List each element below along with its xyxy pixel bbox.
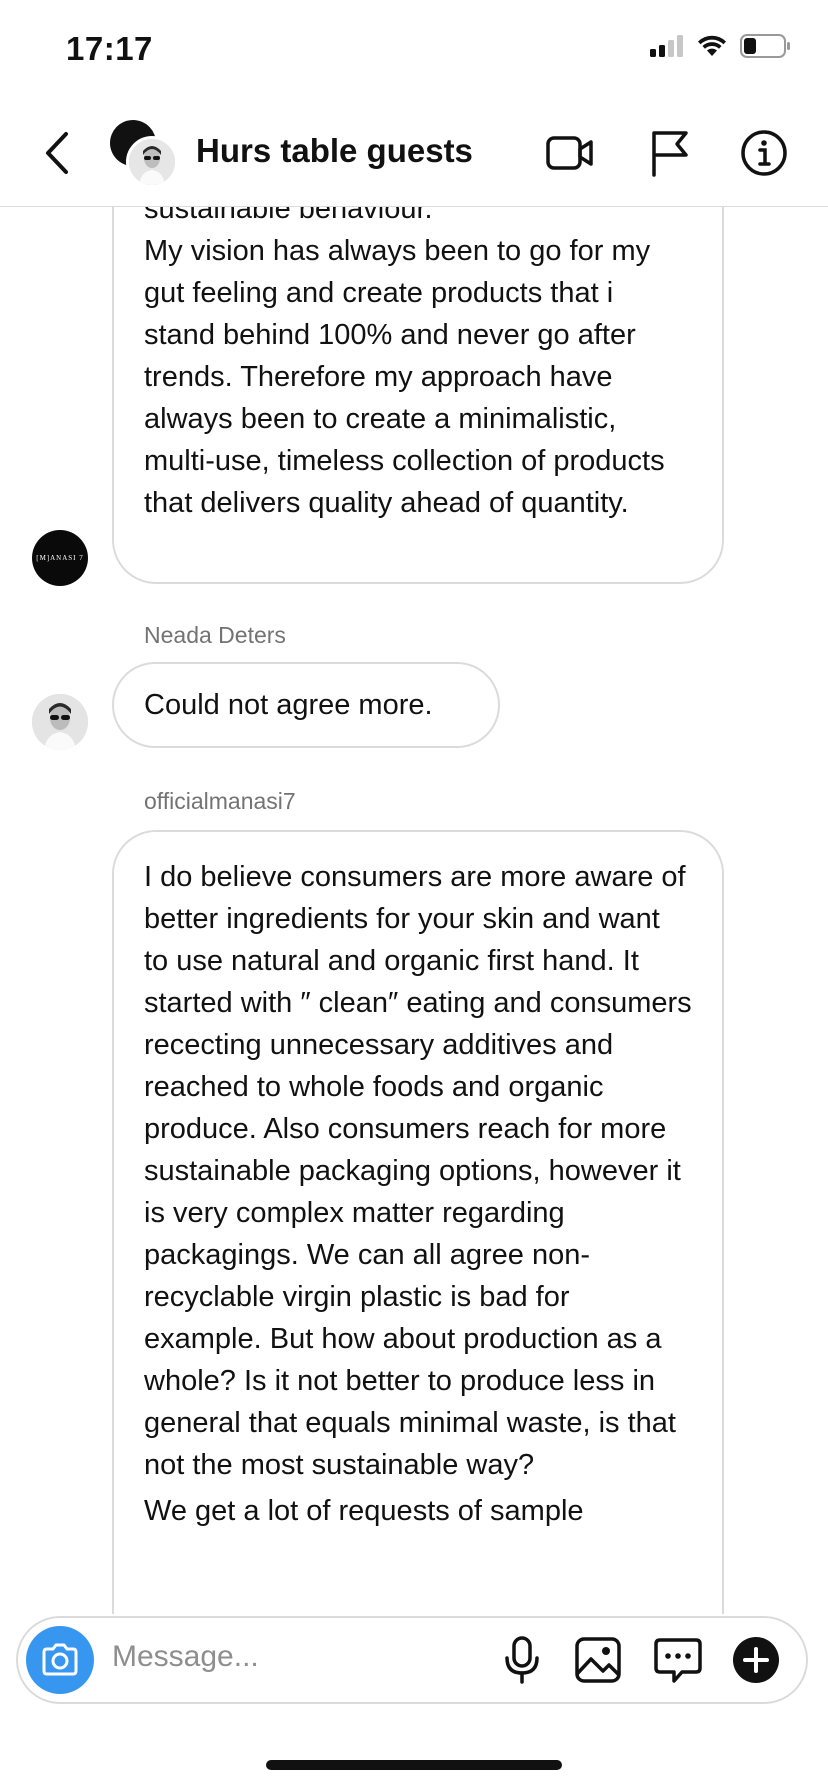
message-bubble[interactable]: I do believe consumers are more aware of… [112, 830, 724, 1614]
message-bubble[interactable]: Could not agree more. [112, 662, 500, 748]
sticker-chat-icon[interactable] [652, 1634, 704, 1686]
status-icons [650, 34, 792, 58]
avatar[interactable] [32, 694, 88, 750]
message-input[interactable] [112, 1640, 432, 1674]
message-text: My vision has always been to go for my g… [144, 235, 665, 519]
sender-name: Neada Deters [144, 622, 286, 648]
video-call-icon[interactable] [544, 127, 596, 179]
avatar[interactable]: [M]ANASI 7 [32, 530, 88, 586]
flag-report-icon[interactable] [644, 127, 696, 179]
person-photo-icon [32, 694, 88, 750]
chat-header: Hurs table guests [0, 100, 828, 207]
microphone-icon[interactable] [496, 1634, 548, 1686]
gallery-icon[interactable] [572, 1634, 624, 1686]
camera-icon [42, 1643, 78, 1676]
message-list[interactable]: sustainable behaviour. My vision has alw… [0, 206, 828, 1614]
sender-name: officialmanasi7 [144, 788, 296, 814]
message-bubble[interactable]: sustainable behaviour. My vision has alw… [112, 206, 724, 584]
chat-title[interactable]: Hurs table guests [196, 132, 473, 170]
message-text-continued: We get a lot of requests of sample [144, 1495, 584, 1527]
home-indicator[interactable] [266, 1760, 562, 1770]
message-text: I do believe consumers are more aware of… [144, 861, 692, 1481]
status-bar: 17:17 [0, 0, 828, 100]
wifi-icon [698, 35, 726, 56]
back-arrow-icon[interactable] [38, 128, 78, 178]
add-plus-icon[interactable] [730, 1634, 782, 1686]
cellular-signal-icon [650, 35, 683, 57]
message-text: Could not agree more. [144, 689, 433, 721]
group-avatar-person [126, 136, 178, 188]
message-text-partial: sustainable behaviour. [144, 206, 433, 225]
group-avatar[interactable] [110, 120, 180, 190]
camera-button[interactable] [26, 1626, 94, 1694]
message-composer [16, 1616, 808, 1704]
brand-logo: [M]ANASI 7 [36, 554, 84, 562]
battery-icon [740, 34, 790, 58]
info-icon[interactable] [738, 127, 790, 179]
person-photo-icon [129, 139, 175, 185]
status-time: 17:17 [66, 30, 153, 67]
